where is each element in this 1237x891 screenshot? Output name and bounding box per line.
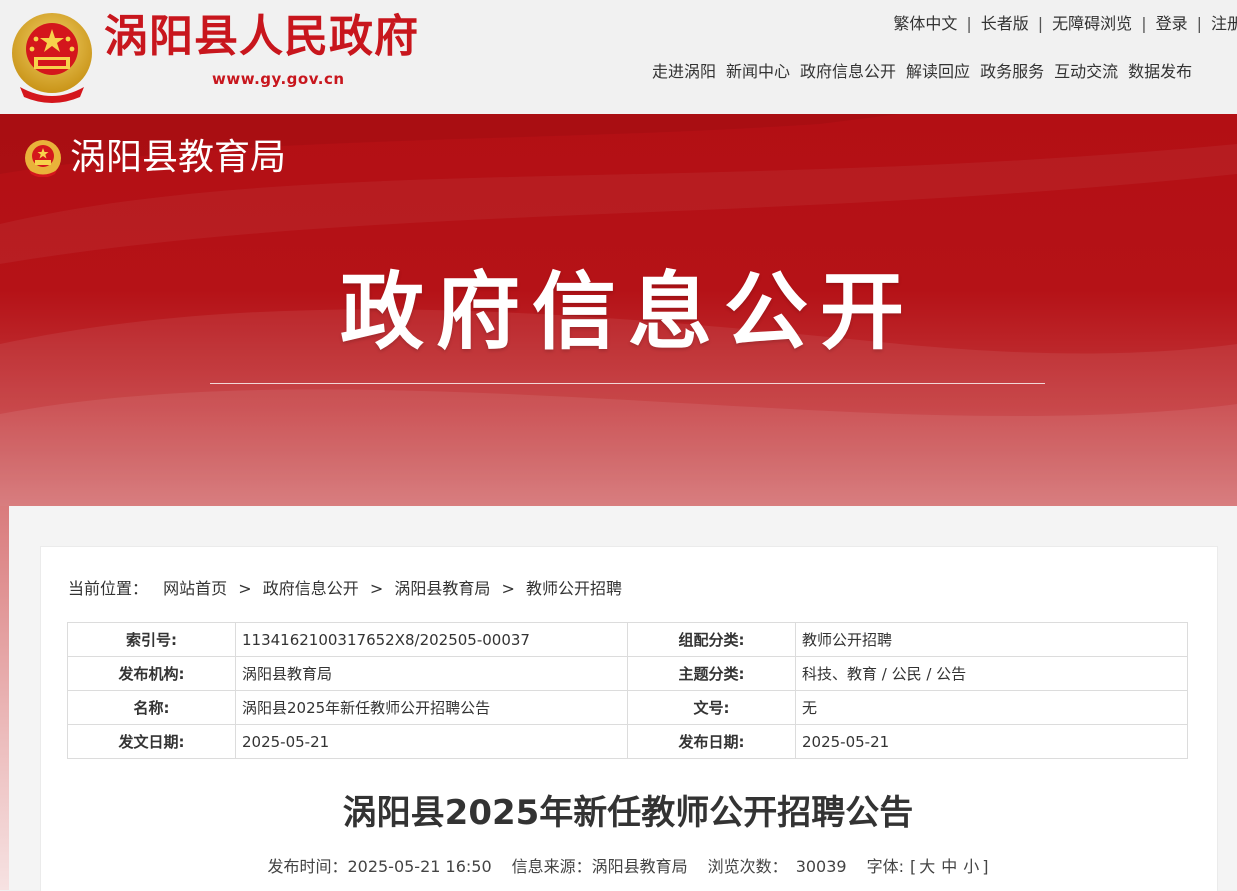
divider: | <box>1037 14 1044 33</box>
nav-item-news[interactable]: 新闻中心 <box>726 62 790 81</box>
views-label: 浏览次数： <box>707 857 788 876</box>
divider: | <box>1141 14 1147 33</box>
meta-key: 文号: <box>627 690 796 725</box>
table-row: 发布机构: 涡阳县教育局 主题分类: 科技、教育 / 公民 / 公告 <box>67 656 1188 691</box>
breadcrumb-separator: > <box>238 579 252 598</box>
meta-value: 涡阳县2025年新任教师公开招聘公告 <box>235 690 628 725</box>
national-emblem-icon <box>25 140 61 177</box>
meta-value: 科技、教育 / 公民 / 公告 <box>795 656 1188 691</box>
elder-version-link[interactable]: 长者版 <box>981 14 1029 33</box>
meta-key: 主题分类: <box>627 656 796 691</box>
font-size-medium-button[interactable]: 中 <box>941 857 957 876</box>
breadcrumb-gov-info[interactable]: 政府信息公开 <box>263 579 359 598</box>
meta-key: 发文日期: <box>67 724 236 759</box>
source-label: 信息来源： <box>511 857 592 876</box>
main-nav: 走进涡阳 新闻中心 政府信息公开 解读回应 政务服务 互动交流 数据发布 <box>652 58 1202 82</box>
meta-key: 发布日期: <box>627 724 796 759</box>
article-meta: 发布时间：2025-05-21 16:50 信息来源：涡阳县教育局 浏览次数： 300… <box>40 853 1216 877</box>
nav-item-data[interactable]: 数据发布 <box>1128 62 1192 81</box>
breadcrumb-home[interactable]: 网站首页 <box>163 579 227 598</box>
document-meta-table: 索引号: 1134162100317652X8/202505-00037 组配分… <box>67 622 1188 759</box>
nav-item-gov-info[interactable]: 政府信息公开 <box>800 62 896 81</box>
font-size-large-button[interactable]: 大 <box>919 857 935 876</box>
login-link[interactable]: 登录 <box>1156 14 1188 33</box>
site-url[interactable]: www.gy.gov.cn <box>212 70 345 88</box>
meta-key: 发布机构: <box>67 656 236 691</box>
meta-key: 名称: <box>67 690 236 725</box>
bracket: [ <box>910 857 917 876</box>
publish-time-label: 发布时间： <box>267 857 348 876</box>
table-row: 发文日期: 2025-05-21 发布日期: 2025-05-21 <box>67 724 1188 759</box>
accessibility-link[interactable]: 无障碍浏览 <box>1052 14 1132 33</box>
breadcrumb-separator: > <box>369 579 384 598</box>
table-row: 名称: 涡阳县2025年新任教师公开招聘公告 文号: 无 <box>67 690 1188 725</box>
font-size-control: 字体: [大中小] <box>867 857 989 876</box>
breadcrumb-label: 当前位置： <box>68 579 149 598</box>
font-size-small-button[interactable]: 小 <box>963 857 979 876</box>
site-header: 涡阳县人民政府 www.gy.gov.cn 繁体中文 | 长者版 | 无障碍浏览 | 登录 |… <box>0 0 1237 114</box>
meta-value: 2025-05-21 <box>795 724 1188 759</box>
nav-item-about[interactable]: 走进涡阳 <box>652 62 716 81</box>
bracket: ] <box>982 857 989 876</box>
font-size-label: 字体: <box>866 857 904 876</box>
banner: 涡阳县教育局 政府信息公开 <box>0 114 1237 506</box>
meta-value: 1134162100317652X8/202505-00037 <box>235 622 628 657</box>
meta-key: 索引号: <box>67 622 236 657</box>
nav-item-services[interactable]: 政务服务 <box>980 62 1044 81</box>
site-name[interactable]: 涡阳县人民政府 <box>104 12 419 62</box>
side-decoration <box>0 506 9 890</box>
meta-value: 涡阳县教育局 <box>235 656 628 691</box>
breadcrumb-separator: > <box>501 579 515 598</box>
article-title: 涡阳县2025年新任教师公开招聘公告 <box>342 793 914 833</box>
nav-item-interpretation[interactable]: 解读回应 <box>906 62 970 81</box>
table-row: 索引号: 1134162100317652X8/202505-00037 组配分… <box>67 622 1188 657</box>
divider: | <box>966 14 972 33</box>
breadcrumb-current[interactable]: 教师公开招聘 <box>526 579 622 598</box>
department-name[interactable]: 涡阳县教育局 <box>70 136 286 180</box>
meta-value: 教师公开招聘 <box>795 622 1188 657</box>
publish-time: 2025-05-21 16:50 <box>347 857 492 876</box>
breadcrumb-department[interactable]: 涡阳县教育局 <box>394 579 490 598</box>
national-emblem-icon[interactable] <box>10 9 94 103</box>
register-link[interactable]: 注册 <box>1211 14 1237 33</box>
banner-divider <box>210 383 1045 384</box>
views-count: 30039 <box>795 857 847 876</box>
traditional-chinese-link[interactable]: 繁体中文 <box>893 14 957 33</box>
breadcrumb: 当前位置： 网站首页 > 政府信息公开 > 涡阳县教育局 > 教师公开招聘 <box>68 575 622 599</box>
meta-value: 2025-05-21 <box>235 724 628 759</box>
source: 涡阳县教育局 <box>591 857 688 876</box>
department-header: 涡阳县教育局 <box>24 136 286 180</box>
meta-value: 无 <box>795 690 1188 725</box>
utility-links: 繁体中文 | 长者版 | 无障碍浏览 | 登录 | 注册 <box>893 10 1237 34</box>
meta-key: 组配分类: <box>627 622 796 657</box>
divider: | <box>1196 14 1202 33</box>
banner-title: 政府信息公开 <box>339 263 916 361</box>
nav-item-interaction[interactable]: 互动交流 <box>1054 62 1118 81</box>
